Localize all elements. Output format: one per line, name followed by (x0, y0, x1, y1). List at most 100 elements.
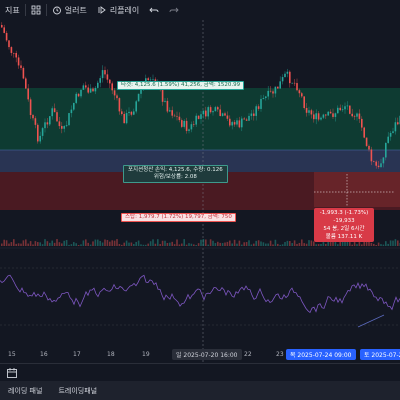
candle-body (255, 106, 257, 116)
candle-body (27, 88, 29, 100)
candle-body (195, 115, 197, 125)
candle-body (75, 93, 77, 103)
candle-body (219, 109, 221, 116)
candle-body (387, 136, 389, 143)
candle-body (171, 110, 173, 116)
alert-button[interactable]: 얼러트 (47, 0, 92, 20)
candle-body (44, 122, 46, 129)
candle-body (279, 81, 281, 89)
candle-body (248, 115, 250, 121)
tab-trading-panel[interactable]: 트레이딩패널 (50, 386, 105, 396)
volume-bar (82, 240, 85, 246)
volume-bar (25, 239, 27, 246)
candle-body (262, 97, 265, 99)
volume-bar (257, 240, 260, 246)
volume-bar (121, 244, 123, 246)
candle-body (161, 89, 164, 102)
grid-icon (31, 5, 41, 15)
stop-label[interactable]: 스탑: 1,979.7 (1.72%) 19,797, 금액: 750 (121, 213, 236, 222)
candle-body (253, 113, 255, 116)
target-label[interactable]: 타겟: 4,125.6 (1.59%) 41,256, 금액: 1520.99 (117, 81, 245, 90)
volume-bar (267, 243, 269, 246)
volume-bar (385, 241, 387, 246)
undo-button[interactable] (144, 0, 164, 20)
volume-bar (269, 240, 272, 246)
volume-bar (337, 244, 339, 246)
redo-icon (169, 7, 179, 13)
replay-button[interactable]: 리플레이 (92, 0, 144, 20)
position-label[interactable]: 포지션청산 손익: 4,125.6, 수량: 0.126 위험/보상률: 2.0… (123, 165, 228, 183)
volume-bar (89, 244, 92, 246)
volume-bar (356, 244, 358, 246)
candle-body (99, 78, 101, 83)
volume-bar (101, 242, 104, 246)
volume-bar (171, 241, 173, 246)
candle-body (80, 89, 82, 97)
volume-bar (8, 243, 10, 246)
calendar-icon[interactable] (6, 367, 18, 379)
candle-body (375, 161, 377, 166)
volume-bar (209, 239, 212, 246)
candle-body (377, 165, 380, 168)
candle-body (341, 109, 344, 111)
x-tick: 16 (40, 351, 48, 358)
x-tick: 22 (244, 351, 252, 358)
volume-bar (274, 239, 277, 246)
volume-bar (317, 244, 320, 246)
x-tick: 19 (142, 351, 150, 358)
candle-body (284, 73, 286, 78)
volume-bar (202, 239, 205, 246)
volume-bar (380, 244, 382, 246)
volume-bar (236, 243, 238, 246)
candle-body (380, 163, 382, 168)
x-tick: 18 (107, 351, 115, 358)
measure-range[interactable] (314, 172, 400, 207)
volume-bar (130, 242, 133, 246)
candle-body (221, 113, 224, 116)
price-chart[interactable] (0, 20, 400, 365)
indicators-button[interactable]: 지표 (0, 0, 25, 20)
candle-body (111, 83, 113, 91)
candle-body (97, 82, 99, 88)
volume-bar (289, 241, 291, 246)
volume-bar (75, 243, 77, 246)
candle-body (212, 111, 214, 113)
candle-body (363, 127, 365, 138)
volume-bar (46, 241, 49, 246)
volume-bar (231, 243, 233, 246)
candle-body (197, 115, 200, 119)
volume-bar (94, 239, 97, 246)
candle-body (291, 82, 293, 84)
candle-body (101, 70, 104, 79)
volume-bar (73, 242, 75, 246)
volume-bar (63, 240, 65, 246)
layout-grid-button[interactable] (26, 0, 46, 20)
undo-icon (149, 7, 159, 13)
volume-bar (154, 243, 157, 246)
candle-body (46, 122, 49, 125)
redo-button[interactable] (164, 0, 184, 20)
range-end-badge: 토 2025-07-26 (360, 349, 400, 360)
tab-trading-panel-cut[interactable]: 레이딩 패널 (0, 386, 50, 396)
candle-body (293, 82, 296, 84)
candle-body (22, 67, 25, 79)
position-pnl: 포지션청산 손익: 4,125.6, 수량: 0.126 (128, 167, 223, 173)
volume-bar (80, 244, 82, 246)
candle-body (339, 107, 341, 111)
candle-body (193, 124, 195, 125)
measure-tooltip: -1,993.3 (-1.73%) -19,933 54 봉, 2일 6시간 볼… (314, 208, 374, 242)
candle-body (286, 71, 289, 74)
candle-body (92, 88, 94, 92)
candle-body (349, 105, 351, 114)
position-risk-reward: 위험/보상률: 2.08 (153, 174, 197, 180)
volume-bar (29, 241, 32, 246)
candle-body (236, 120, 238, 125)
candle-body (116, 95, 118, 99)
volume-bar (389, 240, 392, 246)
indicators-label: 지표 (5, 5, 20, 15)
time-axis[interactable]: 15 16 17 18 19 일 2025-07-20 16:00 22 23 … (0, 345, 400, 365)
volume-bar (34, 241, 37, 246)
volume-bar (284, 242, 286, 246)
profit-zone[interactable] (0, 88, 400, 150)
candle-body (164, 100, 166, 102)
